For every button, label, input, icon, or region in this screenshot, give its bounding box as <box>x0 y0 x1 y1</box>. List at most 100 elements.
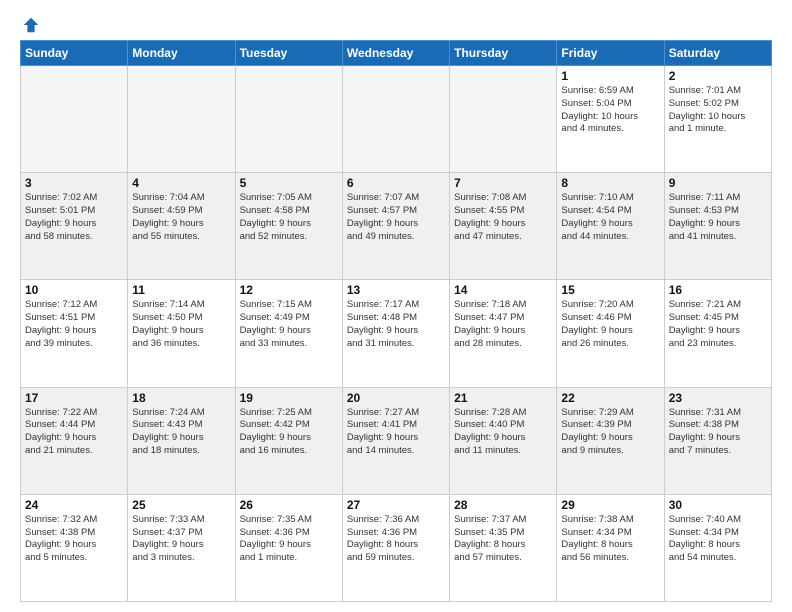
calendar-cell: 12 Sunrise: 7:15 AM Sunset: 4:49 PM Dayli… <box>235 280 342 387</box>
calendar-cell: 15 Sunrise: 7:20 AM Sunset: 4:46 PM Dayli… <box>557 280 664 387</box>
calendar-cell <box>235 66 342 173</box>
day-info: Sunrise: 7:27 AM Sunset: 4:41 PM Dayligh… <box>347 407 445 458</box>
day-info: Sunrise: 6:59 AM Sunset: 5:04 PM Dayligh… <box>561 85 659 136</box>
day-info: Sunrise: 7:21 AM Sunset: 4:45 PM Dayligh… <box>669 299 767 350</box>
calendar-cell: 16 Sunrise: 7:21 AM Sunset: 4:45 PM Dayli… <box>664 280 771 387</box>
day-number: 21 <box>454 391 552 405</box>
day-number: 6 <box>347 176 445 190</box>
day-info: Sunrise: 7:04 AM Sunset: 4:59 PM Dayligh… <box>132 192 230 243</box>
day-number: 27 <box>347 498 445 512</box>
day-number: 15 <box>561 283 659 297</box>
day-info: Sunrise: 7:29 AM Sunset: 4:39 PM Dayligh… <box>561 407 659 458</box>
day-info: Sunrise: 7:05 AM Sunset: 4:58 PM Dayligh… <box>240 192 338 243</box>
day-number: 18 <box>132 391 230 405</box>
day-info: Sunrise: 7:07 AM Sunset: 4:57 PM Dayligh… <box>347 192 445 243</box>
header-day: Sunday <box>21 41 128 66</box>
day-number: 2 <box>669 69 767 83</box>
day-number: 3 <box>25 176 123 190</box>
calendar-week: 3 Sunrise: 7:02 AM Sunset: 5:01 PM Daylig… <box>21 173 772 280</box>
calendar-cell: 23 Sunrise: 7:31 AM Sunset: 4:38 PM Dayli… <box>664 387 771 494</box>
day-number: 11 <box>132 283 230 297</box>
day-number: 25 <box>132 498 230 512</box>
calendar-cell: 26Sunrise: 7:35 AM Sunset: 4:36 PM Dayli… <box>235 494 342 601</box>
day-info: Sunrise: 7:25 AM Sunset: 4:42 PM Dayligh… <box>240 407 338 458</box>
calendar-body: 1 Sunrise: 6:59 AM Sunset: 5:04 PM Daylig… <box>21 66 772 602</box>
day-number: 24 <box>25 498 123 512</box>
calendar-cell: 25Sunrise: 7:33 AM Sunset: 4:37 PM Dayli… <box>128 494 235 601</box>
day-number: 20 <box>347 391 445 405</box>
calendar-cell: 5 Sunrise: 7:05 AM Sunset: 4:58 PM Daylig… <box>235 173 342 280</box>
header-day: Wednesday <box>342 41 449 66</box>
calendar-cell <box>21 66 128 173</box>
calendar-cell: 11 Sunrise: 7:14 AM Sunset: 4:50 PM Dayli… <box>128 280 235 387</box>
day-info: Sunrise: 7:24 AM Sunset: 4:43 PM Dayligh… <box>132 407 230 458</box>
day-info: Sunrise: 7:22 AM Sunset: 4:44 PM Dayligh… <box>25 407 123 458</box>
calendar-cell: 20 Sunrise: 7:27 AM Sunset: 4:41 PM Dayli… <box>342 387 449 494</box>
calendar-week: 17 Sunrise: 7:22 AM Sunset: 4:44 PM Dayli… <box>21 387 772 494</box>
calendar-cell: 10 Sunrise: 7:12 AM Sunset: 4:51 PM Dayli… <box>21 280 128 387</box>
calendar-cell: 19 Sunrise: 7:25 AM Sunset: 4:42 PM Dayli… <box>235 387 342 494</box>
logo-icon <box>22 16 40 34</box>
day-info: Sunrise: 7:02 AM Sunset: 5:01 PM Dayligh… <box>25 192 123 243</box>
day-info: Sunrise: 7:28 AM Sunset: 4:40 PM Dayligh… <box>454 407 552 458</box>
calendar-cell: 24 Sunrise: 7:32 AM Sunset: 4:38 PM Dayli… <box>21 494 128 601</box>
day-number: 22 <box>561 391 659 405</box>
day-info: Sunrise: 7:37 AM Sunset: 4:35 PM Dayligh… <box>454 514 552 565</box>
calendar-cell: 28 Sunrise: 7:37 AM Sunset: 4:35 PM Dayli… <box>450 494 557 601</box>
day-number: 23 <box>669 391 767 405</box>
calendar-cell: 21 Sunrise: 7:28 AM Sunset: 4:40 PM Dayli… <box>450 387 557 494</box>
calendar-cell: 1 Sunrise: 6:59 AM Sunset: 5:04 PM Daylig… <box>557 66 664 173</box>
day-number: 5 <box>240 176 338 190</box>
day-info: Sunrise: 7:40 AM Sunset: 4:34 PM Dayligh… <box>669 514 767 565</box>
day-info: Sunrise: 7:32 AM Sunset: 4:38 PM Dayligh… <box>25 514 123 565</box>
day-number: 7 <box>454 176 552 190</box>
day-number: 19 <box>240 391 338 405</box>
calendar-cell: 17 Sunrise: 7:22 AM Sunset: 4:44 PM Dayli… <box>21 387 128 494</box>
day-info: Sunrise: 7:08 AM Sunset: 4:55 PM Dayligh… <box>454 192 552 243</box>
day-number: 10 <box>25 283 123 297</box>
calendar-cell: 30 Sunrise: 7:40 AM Sunset: 4:34 PM Dayli… <box>664 494 771 601</box>
header-day: Thursday <box>450 41 557 66</box>
header-day: Tuesday <box>235 41 342 66</box>
day-number: 16 <box>669 283 767 297</box>
day-info: Sunrise: 7:20 AM Sunset: 4:46 PM Dayligh… <box>561 299 659 350</box>
day-number: 17 <box>25 391 123 405</box>
calendar: SundayMondayTuesdayWednesdayThursdayFrid… <box>20 40 772 602</box>
day-info: Sunrise: 7:36 AM Sunset: 4:36 PM Dayligh… <box>347 514 445 565</box>
day-number: 12 <box>240 283 338 297</box>
day-info: Sunrise: 7:12 AM Sunset: 4:51 PM Dayligh… <box>25 299 123 350</box>
calendar-cell: 22 Sunrise: 7:29 AM Sunset: 4:39 PM Dayli… <box>557 387 664 494</box>
header-row: SundayMondayTuesdayWednesdayThursdayFrid… <box>21 41 772 66</box>
calendar-cell <box>128 66 235 173</box>
day-number: 1 <box>561 69 659 83</box>
day-info: Sunrise: 7:38 AM Sunset: 4:34 PM Dayligh… <box>561 514 659 565</box>
day-number: 30 <box>669 498 767 512</box>
day-info: Sunrise: 7:15 AM Sunset: 4:49 PM Dayligh… <box>240 299 338 350</box>
day-info: Sunrise: 7:31 AM Sunset: 4:38 PM Dayligh… <box>669 407 767 458</box>
calendar-cell: 6 Sunrise: 7:07 AM Sunset: 4:57 PM Daylig… <box>342 173 449 280</box>
header-day: Monday <box>128 41 235 66</box>
calendar-cell: 14Sunrise: 7:18 AM Sunset: 4:47 PM Dayli… <box>450 280 557 387</box>
day-info: Sunrise: 7:14 AM Sunset: 4:50 PM Dayligh… <box>132 299 230 350</box>
calendar-cell: 2 Sunrise: 7:01 AM Sunset: 5:02 PM Daylig… <box>664 66 771 173</box>
day-info: Sunrise: 7:35 AM Sunset: 4:36 PM Dayligh… <box>240 514 338 565</box>
day-info: Sunrise: 7:17 AM Sunset: 4:48 PM Dayligh… <box>347 299 445 350</box>
calendar-cell <box>450 66 557 173</box>
calendar-cell <box>342 66 449 173</box>
calendar-cell: 18 Sunrise: 7:24 AM Sunset: 4:43 PM Dayli… <box>128 387 235 494</box>
calendar-cell: 29Sunrise: 7:38 AM Sunset: 4:34 PM Dayli… <box>557 494 664 601</box>
day-info: Sunrise: 7:10 AM Sunset: 4:54 PM Dayligh… <box>561 192 659 243</box>
day-number: 13 <box>347 283 445 297</box>
calendar-week: 10 Sunrise: 7:12 AM Sunset: 4:51 PM Dayli… <box>21 280 772 387</box>
day-number: 14 <box>454 283 552 297</box>
day-number: 9 <box>669 176 767 190</box>
calendar-cell: 9Sunrise: 7:11 AM Sunset: 4:53 PM Daylig… <box>664 173 771 280</box>
calendar-cell: 3 Sunrise: 7:02 AM Sunset: 5:01 PM Daylig… <box>21 173 128 280</box>
day-number: 28 <box>454 498 552 512</box>
calendar-cell: 4Sunrise: 7:04 AM Sunset: 4:59 PM Daylig… <box>128 173 235 280</box>
calendar-week: 1 Sunrise: 6:59 AM Sunset: 5:04 PM Daylig… <box>21 66 772 173</box>
calendar-week: 24 Sunrise: 7:32 AM Sunset: 4:38 PM Dayli… <box>21 494 772 601</box>
day-number: 8 <box>561 176 659 190</box>
calendar-cell: 7 Sunrise: 7:08 AM Sunset: 4:55 PM Daylig… <box>450 173 557 280</box>
day-info: Sunrise: 7:01 AM Sunset: 5:02 PM Dayligh… <box>669 85 767 136</box>
